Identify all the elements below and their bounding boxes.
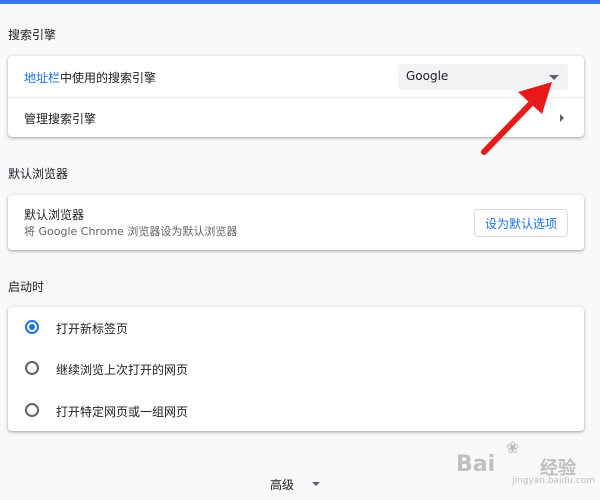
radio-continue[interactable] (25, 361, 39, 375)
search-engine-select-value: Google (406, 69, 449, 83)
watermark-text-bai: Bai (456, 452, 496, 477)
make-default-button[interactable]: 设为默认选项 (474, 209, 568, 237)
radio-specific-pages[interactable] (25, 403, 39, 417)
section-title-default-browser: 默认浏览器 (8, 167, 69, 181)
section-title-on-startup: 启动时 (8, 280, 45, 294)
paw-icon: ❀ (506, 438, 520, 457)
radio-label-new-tab: 打开新标签页 (56, 322, 129, 336)
baidu-watermark: ❀ Bai 经验 jingyan.baidu.com (456, 438, 595, 488)
section-title-search-engine: 搜索引擎 (8, 28, 57, 42)
startup-option-continue[interactable]: 继续浏览上次打开的网页 (8, 348, 584, 389)
radio-label-continue: 继续浏览上次打开的网页 (56, 363, 189, 377)
default-browser-subtitle: 将 Google Chrome 浏览器设为默认浏览器 (24, 225, 238, 238)
radio-label-specific-pages: 打开特定网页或一组网页 (56, 405, 189, 419)
top-accent-bar (0, 0, 600, 4)
startup-card: 打开新标签页 继续浏览上次打开的网页 打开特定网页或一组网页 (8, 307, 584, 431)
startup-option-specific-pages[interactable]: 打开特定网页或一组网页 (8, 389, 584, 431)
default-browser-card: 默认浏览器 将 Google Chrome 浏览器设为默认浏览器 设为默认选项 (8, 195, 584, 250)
watermark-url: jingyan.baidu.com (512, 476, 596, 486)
advanced-caret-icon (312, 482, 320, 486)
startup-option-new-tab[interactable]: 打开新标签页 (8, 307, 584, 348)
radio-new-tab[interactable] (25, 320, 39, 334)
address-bar-link[interactable]: 地址栏 (24, 71, 60, 85)
default-browser-title: 默认浏览器 (24, 208, 85, 222)
search-engine-row-label: 地址栏中使用的搜索引擎 (24, 69, 156, 86)
manage-search-engines-label: 管理搜索引擎 (24, 112, 97, 126)
advanced-toggle[interactable]: 高级 (270, 476, 294, 493)
search-engine-row-text: 中使用的搜索引擎 (60, 71, 157, 85)
annotation-arrow-icon (481, 82, 552, 155)
